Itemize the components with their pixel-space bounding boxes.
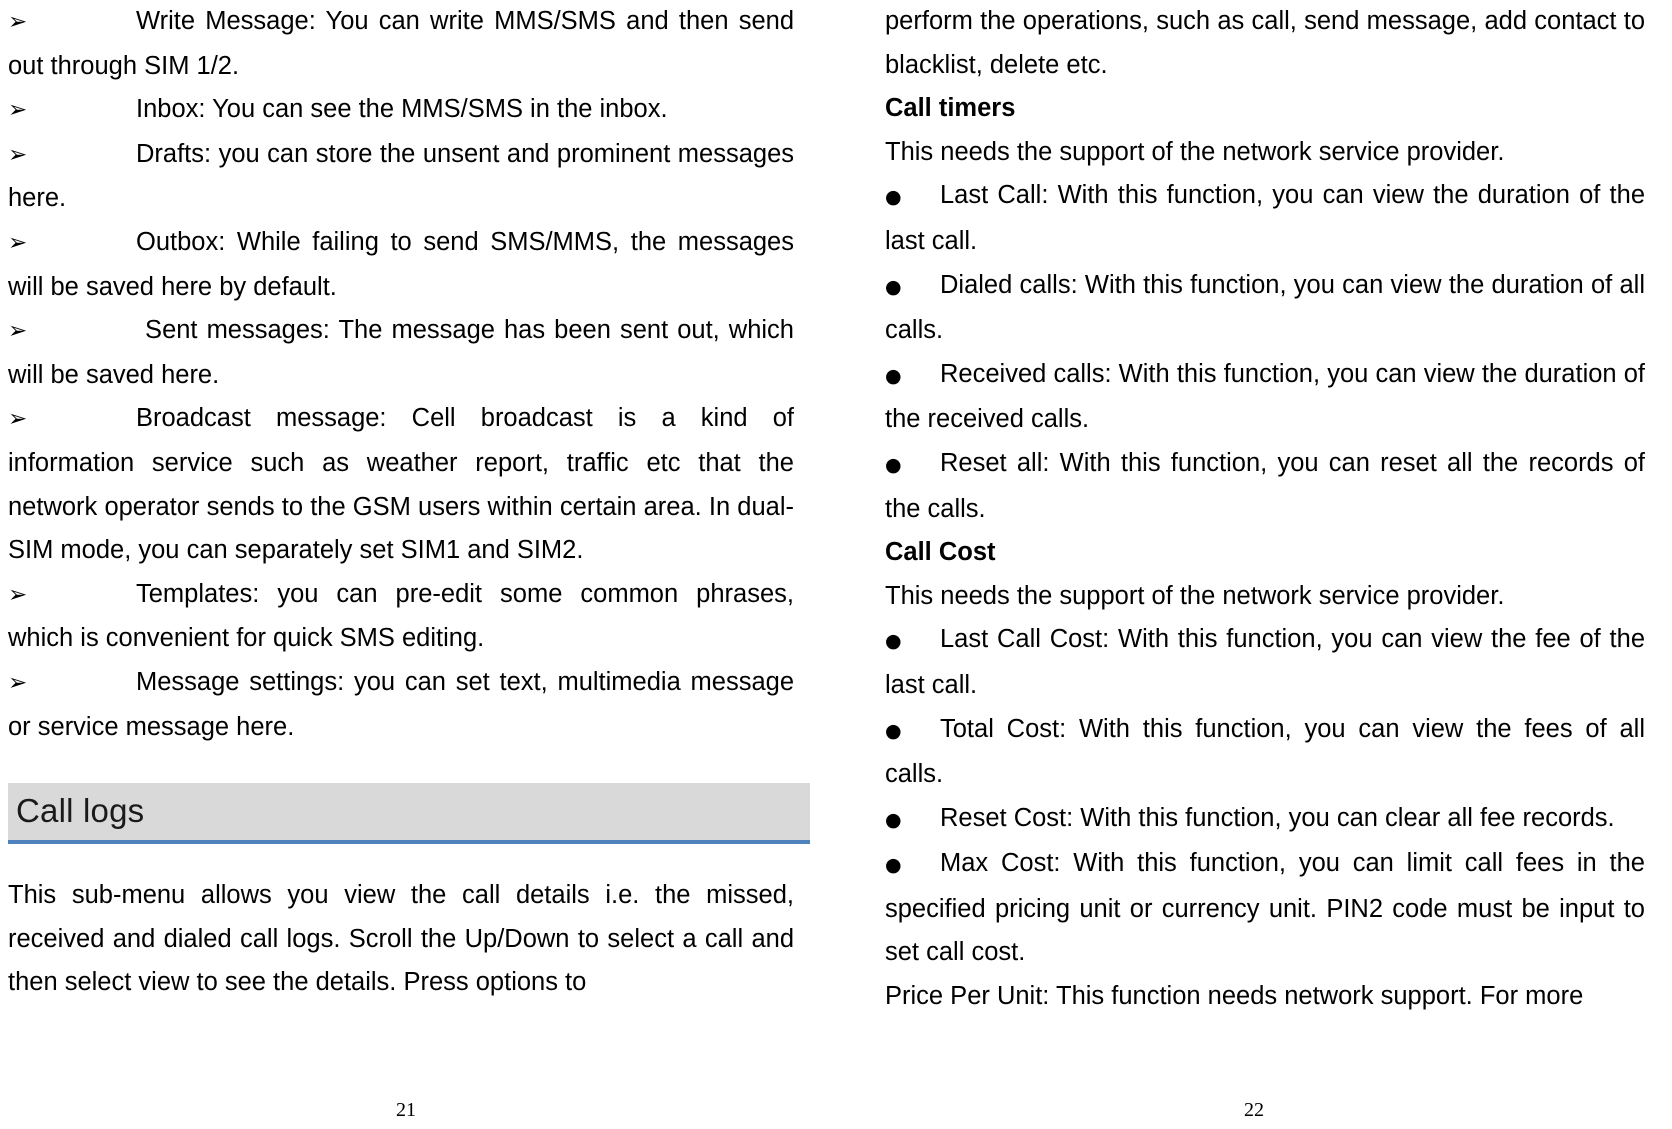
round-bullet-text: Last Call Cost: With this function, you …: [885, 625, 1645, 699]
arrow-bullet-icon: ➢: [8, 141, 28, 168]
arrow-bullet-item: ➢ Sent messages: The message has been se…: [8, 309, 794, 397]
round-bullet-icon: ●: [885, 453, 902, 476]
document-spread: ➢ Write Message: You can write MMS/SMS an…: [0, 0, 1672, 1129]
arrow-bullet-item: ➢ Write Message: You can write MMS/SMS an…: [8, 0, 794, 88]
body-paragraph: This needs the support of the network se…: [885, 581, 1505, 610]
sub-heading: Call Cost: [885, 538, 996, 567]
round-bullet-icon: ●: [885, 364, 902, 387]
round-bullet-item: ● Dialed calls: With this function, you c…: [885, 264, 1645, 353]
round-bullet-icon: ●: [885, 808, 902, 831]
round-bullet-item: ● Total Cost: With this function, you can…: [885, 708, 1645, 797]
round-bullet-item: ● Reset Cost: With this function, you can…: [885, 797, 1645, 843]
page-right-content: perform the operations, such as call, se…: [885, 0, 1645, 1019]
body-paragraph: This sub-menu allows you view the call d…: [8, 881, 794, 997]
arrow-bullet-icon: ➢: [8, 669, 28, 696]
round-bullet-text: Reset all: With this function, you can r…: [885, 448, 1645, 523]
arrow-bullet-icon: ➢: [8, 318, 28, 345]
round-bullet-item: ● Received calls: With this function, you…: [885, 353, 1645, 442]
round-bullet-text: Total Cost: With this function, you can …: [885, 714, 1645, 789]
round-bullet-item: ● Last Call Cost: With this function, you…: [885, 618, 1645, 707]
body-paragraph: This needs the support of the network se…: [885, 137, 1505, 166]
round-bullet-icon: ●: [885, 854, 902, 877]
round-bullet-item: ● Reset all: With this function, you can …: [885, 442, 1645, 531]
round-bullet-icon: ●: [885, 275, 902, 298]
arrow-bullet-icon: ➢: [8, 229, 28, 256]
page-left: ➢ Write Message: You can write MMS/SMS an…: [0, 0, 836, 1129]
arrow-bullet-item: ➢ Message settings: you can set text, mul…: [8, 661, 794, 749]
page-number-left: 21: [396, 1099, 416, 1121]
arrow-bullet-item: ➢ Broadcast message: Cell broadcast is a …: [8, 397, 794, 572]
arrow-bullet-item: ➢ Drafts: you can store the unsent and pr…: [8, 133, 794, 221]
section-heading: Call logs: [8, 783, 810, 845]
section-heading-label: Call logs: [16, 792, 145, 830]
body-paragraph: Price Per Unit: This function needs netw…: [885, 982, 1584, 1011]
body-paragraph: perform the operations, such as call, se…: [885, 7, 1645, 79]
arrow-bullet-item: ➢ Outbox: While failing to send SMS/MMS, …: [8, 221, 794, 309]
round-bullet-text: Max Cost: With this function, you can li…: [885, 849, 1645, 967]
round-bullet-icon: ●: [885, 719, 902, 742]
arrow-bullet-text: Inbox: You can see the MMS/SMS in the in…: [136, 95, 668, 124]
page-left-content: ➢ Write Message: You can write MMS/SMS an…: [8, 0, 810, 1005]
round-bullet-text: Last Call: With this function, you can v…: [885, 181, 1645, 255]
round-bullet-icon: ●: [885, 186, 902, 209]
arrow-bullet-icon: ➢: [8, 9, 28, 35]
arrow-bullet-item: ➢ Templates: you can pre-edit some common…: [8, 573, 794, 661]
round-bullet-item: ● Last Call: With this function, you can …: [885, 174, 1645, 263]
round-bullet-text: Dialed calls: With this function, you ca…: [885, 270, 1645, 345]
page-number-right: 22: [1244, 1099, 1264, 1121]
sub-heading: Call timers: [885, 94, 1016, 123]
round-bullet-text: Received calls: With this function, you …: [885, 359, 1645, 434]
round-bullet-icon: ●: [885, 630, 902, 653]
page-right: perform the operations, such as call, se…: [836, 0, 1672, 1129]
arrow-bullet-icon: ➢: [8, 97, 28, 124]
round-bullet-item: ● Max Cost: With this function, you can l…: [885, 842, 1645, 975]
round-bullet-text: Reset Cost: With this function, you can …: [940, 803, 1615, 832]
arrow-bullet-icon: ➢: [8, 406, 28, 433]
arrow-bullet-item: ➢ Inbox: You can see the MMS/SMS in the i…: [8, 88, 794, 133]
arrow-bullet-icon: ➢: [8, 581, 28, 608]
